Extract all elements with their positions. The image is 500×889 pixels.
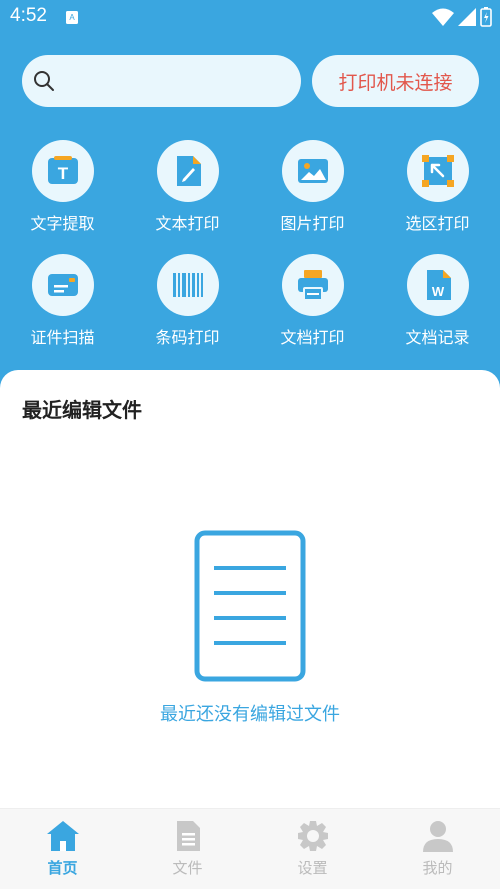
- tool-label: 选区打印: [405, 216, 470, 233]
- tab-home[interactable]: 首页: [0, 819, 125, 878]
- tab-label: 首页: [47, 860, 78, 877]
- selection-print-icon: [421, 155, 454, 187]
- svg-text:W: W: [431, 284, 444, 299]
- tool-label: 证件扫描: [30, 330, 95, 347]
- tool-id-scan[interactable]: 证件扫描: [0, 254, 125, 348]
- text-extract-icon: T: [47, 156, 78, 184]
- status-bar: 4:52 A: [0, 0, 500, 36]
- tool-label: 图片打印: [280, 216, 345, 233]
- id-scan-icon: [47, 274, 78, 296]
- tool-label: 文本打印: [155, 216, 220, 233]
- tab-label: 文件: [172, 860, 203, 877]
- barcode-icon: [172, 273, 203, 297]
- tool-image-print[interactable]: 图片打印: [250, 140, 375, 234]
- printer-status-button[interactable]: 打印机未连接: [312, 55, 479, 107]
- tool-label: 文档打印: [280, 330, 345, 347]
- keyboard-notification-icon: A: [66, 11, 78, 24]
- recent-files-title: 最近编辑文件: [22, 400, 142, 422]
- word-doc-icon: W: [426, 270, 451, 300]
- tab-label: 我的: [422, 860, 453, 877]
- search-input[interactable]: [66, 65, 295, 99]
- tab-settings[interactable]: 设置: [250, 819, 375, 878]
- empty-document-icon: [194, 530, 306, 682]
- home-icon: [46, 821, 79, 851]
- tab-profile[interactable]: 我的: [375, 819, 500, 878]
- svg-text:T: T: [57, 164, 68, 183]
- bottom-tab-bar: 首页 文件 设置 我的: [0, 808, 500, 889]
- text-print-icon: [176, 156, 201, 186]
- recent-files-panel: 最近编辑文件 最近还没有编辑过文件: [0, 370, 500, 808]
- tab-files[interactable]: 文件: [125, 819, 250, 878]
- wifi-icon: [432, 8, 454, 26]
- image-print-icon: [297, 159, 328, 183]
- status-time: 4:52: [10, 5, 47, 26]
- search-icon: [34, 71, 54, 91]
- tool-text-print[interactable]: 文本打印: [125, 140, 250, 234]
- empty-state-text: 最近还没有编辑过文件: [160, 704, 340, 724]
- tool-barcode-print[interactable]: 条码打印: [125, 254, 250, 348]
- svg-text:A: A: [69, 13, 75, 22]
- tool-label: 文字提取: [30, 216, 95, 233]
- printer-icon: [297, 270, 328, 301]
- profile-icon: [422, 821, 453, 852]
- tool-document-print[interactable]: 文档打印: [250, 254, 375, 348]
- tool-label: 文档记录: [405, 330, 470, 347]
- signal-icon: [458, 8, 476, 26]
- tool-document-record[interactable]: W 文档记录: [375, 254, 500, 348]
- search-bar[interactable]: [22, 55, 301, 107]
- file-icon: [176, 821, 200, 851]
- battery-icon: [480, 7, 492, 27]
- tool-label: 条码打印: [155, 330, 220, 347]
- tab-label: 设置: [297, 860, 328, 877]
- tool-text-extract[interactable]: T 文字提取: [0, 140, 125, 234]
- settings-icon: [297, 821, 328, 851]
- tool-selection-print[interactable]: 选区打印: [375, 140, 500, 234]
